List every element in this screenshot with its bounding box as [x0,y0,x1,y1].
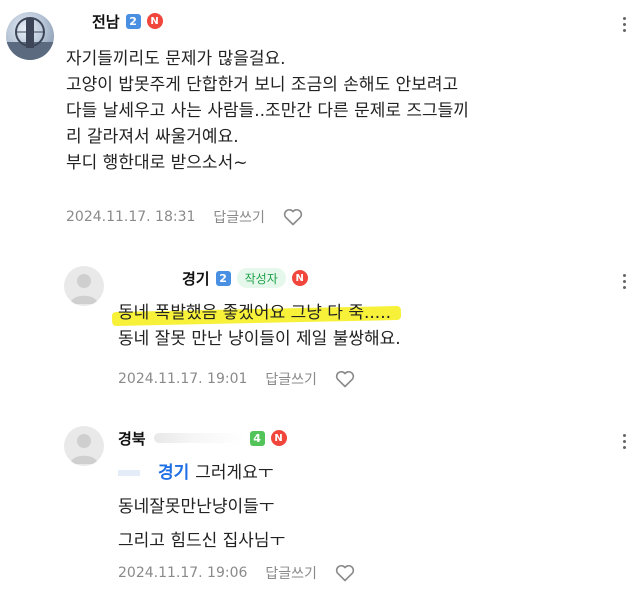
timestamp: 2024.11.17. 19:06 [118,565,248,581]
comment-header: 경북 4 N [118,427,287,449]
comment-line-with-mention: 경기 그러게요ㅜ [118,460,285,486]
reply-button[interactable]: 답글쓰기 [265,563,317,583]
profile-avatar[interactable] [64,266,104,306]
mention-prefix [118,470,140,476]
level-badge: 2 [125,13,141,29]
comment-meta: 2024.11.17. 19:06 답글쓰기 [118,562,355,584]
profile-photo [6,17,54,60]
level-badge: 2 [215,270,231,286]
comment-line: 그러게요ㅜ [195,463,274,483]
author-badge: 작성자 [236,268,286,288]
comment-meta: 2024.11.17. 18:31 답글쓰기 [66,206,303,228]
comment-text: 자기들끼리도 문제가 많을걸요. 고양이 밥못주게 단합한거 보니 조금의 손해… [66,46,469,176]
comment-item: 전남 2 N 자기들끼리도 문제가 많을걸요. 고양이 밥못주게 단합한거 보니… [0,0,640,245]
comment-meta: 2024.11.17. 19:01 답글쓰기 [118,368,355,390]
new-badge: N [291,270,308,286]
reply-button[interactable]: 답글쓰기 [213,207,265,227]
comment-line: 그리고 힘드신 집사님ㅜ [118,531,286,551]
nickname[interactable]: 전남 [92,11,120,32]
comment-line: 자기들끼리도 문제가 많을걸요. [66,49,286,69]
comment-header: 경기 2 작성자 N [182,267,308,289]
comment-line: 동네 잘못 만난 냥이들이 제일 불쌍해요. [118,329,401,349]
comment-text: 경기 그러게요ㅜ 동네잘못만난냥이들ㅜ 그리고 힘드신 집사님ㅜ [118,460,285,554]
default-avatar-icon [70,274,98,304]
timestamp: 2024.11.17. 19:01 [118,371,248,387]
blurred-nickname [153,433,244,443]
comment-line: 다들 날세우고 사는 사람들..조만간 다른 문제로 즈그들끼 [66,101,469,121]
nickname[interactable]: 경기 [182,268,210,289]
like-heart-icon[interactable] [335,564,355,582]
more-options-icon[interactable] [616,12,632,36]
profile-avatar[interactable] [64,426,104,466]
comment-line: 동네잘못만난냥이들ㅜ [118,497,275,517]
mention-link[interactable]: 경기 [158,463,189,483]
comment-line: 리 갈라져서 싸울거예요. [66,127,239,147]
new-badge: N [146,13,163,29]
level-badge: 4 [249,430,265,446]
new-badge: N [270,430,287,446]
comment-line: 고양이 밥못주게 단합한거 보니 조금의 손해도 안보려고 [66,75,459,95]
comment-header: 전남 2 N [92,10,163,32]
like-heart-icon[interactable] [283,208,303,226]
default-avatar-icon [70,434,98,464]
reply-button[interactable]: 답글쓰기 [265,369,317,389]
like-heart-icon[interactable] [335,370,355,388]
comment-text: 동네 폭발했음 좋겠어요 그냥 다 죽..... 동네 잘못 만난 냥이들이 제… [118,300,640,352]
reply-comment-item: 경기 2 작성자 N 동네 폭발했음 좋겠어요 그냥 다 죽..... 동네 잘… [0,262,640,412]
comment-line: 부디 행한대로 받으소서~ [66,153,248,173]
more-options-icon[interactable] [616,429,632,453]
highlighted-line: 동네 폭발했음 좋겠어요 그냥 다 죽..... [118,300,391,326]
timestamp: 2024.11.17. 18:31 [66,209,196,225]
more-options-icon[interactable] [616,269,632,293]
nickname[interactable]: 경북 [118,428,146,449]
reply-comment-item: 경북 4 N 경기 그러게요ㅜ 동네잘못만난냥이들ㅜ 그리고 힘드신 집사님ㅜ 2… [0,422,640,593]
profile-avatar[interactable] [6,12,54,60]
